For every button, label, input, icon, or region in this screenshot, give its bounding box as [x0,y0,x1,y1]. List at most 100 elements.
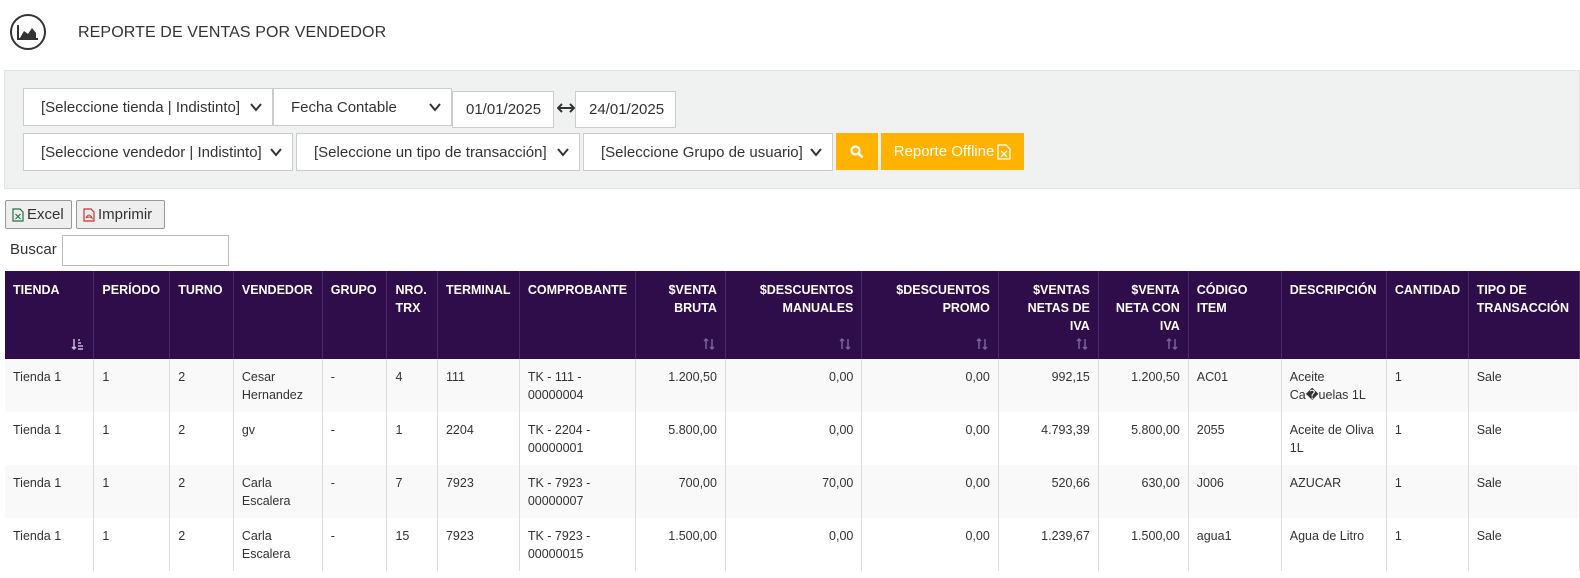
excel-export-label: Excel [27,206,64,223]
column-header[interactable]: PERÍODO [93,271,171,359]
table-cell: Aceite de Oliva 1L [1281,412,1387,465]
user-group-select[interactable]: [Seleccione Grupo de usuario] [583,133,833,171]
pdf-file-icon [83,207,95,222]
table-cell: 2 [169,359,234,412]
column-header-label: $DESCUENTOS PROMO [896,283,990,315]
transaction-type-select-value: [Seleccione un tipo de transacción] [314,143,547,161]
table-cell: J006 [1188,465,1282,518]
column-header-label: $VENTAS NETAS DE IVA [1027,283,1090,333]
table-cell: 1 [93,412,171,465]
column-header[interactable]: NRO. TRX [386,271,438,359]
sort-icon[interactable] [1166,338,1179,350]
column-header[interactable]: CANTIDAD [1386,271,1469,359]
column-header[interactable]: CÓDIGO ITEM [1188,271,1282,359]
filter-panel: [Seleccione tienda | Indistinto] Fecha C… [4,70,1580,189]
table-cell: TK - 2204 - 00000001 [519,412,637,465]
chevron-down-icon [250,103,262,112]
table-cell: 0,00 [861,518,999,571]
column-header[interactable]: COMPROBANTE [519,271,637,359]
column-header[interactable]: TURNO [169,271,234,359]
table-cell: 1 [93,518,171,571]
excel-export-button[interactable]: Excel [5,200,72,229]
table-cell: Tienda 1 [5,465,95,518]
store-select[interactable]: [Seleccione tienda | Indistinto] [23,88,273,126]
date-range-arrow-icon [557,103,575,113]
column-header[interactable]: $DESCUENTOS PROMO [861,271,999,359]
excel-file-icon [997,143,1011,160]
column-header[interactable]: VENDEDOR [233,271,323,359]
column-header-label: DESCRIPCIÓN [1289,283,1377,297]
column-header-label: TERMINAL [445,283,511,297]
page-header: REPORTE DE VENTAS POR VENDEDOR [0,0,1580,70]
table-cell: AC01 [1188,359,1282,412]
table-cell: - [322,465,388,518]
column-header-label: COMPROBANTE [527,283,628,297]
date-type-select[interactable]: Fecha Contable [273,88,452,126]
table-cell: 70,00 [725,465,863,518]
date-to-value: 24/01/2025 [589,101,665,118]
table-row[interactable]: Tienda 1 1 2 Carla Escalera -15 7923 TK - 7923… [5,518,1580,571]
table-cell: TK - 111 - 00000004 [519,359,637,412]
search-button[interactable] [836,133,878,170]
transaction-type-select[interactable]: [Seleccione un tipo de transacción] [296,133,580,171]
column-header-label: GRUPO [330,283,377,297]
table-cell: 15 [386,518,438,571]
table-cell: 520,66 [998,465,1099,518]
table-cell: 0,00 [861,412,999,465]
chevron-down-icon [270,148,282,157]
date-from-input[interactable]: 01/01/2025 [452,91,554,128]
seller-select-value: [Seleccione vendedor | Indistinto] [41,143,262,161]
chevron-down-icon [429,103,441,112]
area-chart-icon [10,14,46,50]
date-type-select-value: Fecha Contable [291,98,397,116]
column-header[interactable]: $VENTA BRUTA [635,271,726,359]
column-header[interactable]: TIPO DE TRANSACCIÓN [1468,271,1580,359]
print-button[interactable]: Imprimir [76,200,165,229]
table-row[interactable]: Tienda 1 1 2 gv -1 2204 TK - 2204 - 00000001 5.… [5,412,1580,465]
table-cell: 1.500,00 [635,518,726,571]
column-header-label: CANTIDAD [1394,283,1461,297]
table-cell: Sale [1468,465,1580,518]
offline-report-button[interactable]: Reporte Offline [881,133,1024,170]
sort-amount-icon[interactable] [71,338,84,350]
table-cell: 4 [386,359,438,412]
column-header[interactable]: GRUPO [322,271,388,359]
table-cell: 0,00 [725,359,863,412]
sort-icon[interactable] [976,338,989,350]
sort-icon[interactable] [703,338,716,350]
column-header[interactable]: TIENDA [5,271,95,359]
column-header[interactable]: $VENTA NETA CON IVA [1098,271,1189,359]
column-header[interactable]: $DESCUENTOS MANUALES [725,271,863,359]
table-cell: 1.239,67 [998,518,1099,571]
store-select-value: [Seleccione tienda | Indistinto] [41,98,241,116]
table-cell: 0,00 [861,359,999,412]
search-input[interactable] [62,235,229,266]
chevron-down-icon [810,148,822,157]
table-cell: 1 [93,465,171,518]
column-header-label: CÓDIGO ITEM [1196,283,1248,315]
column-header[interactable]: TERMINAL [437,271,520,359]
table-cell: 1.200,50 [1098,359,1189,412]
sort-icon[interactable] [1076,338,1089,350]
table-cell: Sale [1468,412,1580,465]
table-cell: 2055 [1188,412,1282,465]
table-row[interactable]: Tienda 1 1 2 Cesar Hernandez -4 111 TK - 111 -… [5,359,1580,412]
column-header[interactable]: DESCRIPCIÓN [1281,271,1387,359]
seller-select[interactable]: [Seleccione vendedor | Indistinto] [23,133,293,171]
table-cell: 1 [1386,465,1469,518]
sort-icon[interactable] [839,338,852,350]
table-cell: 2 [169,412,234,465]
table-cell: 1 [1386,412,1469,465]
date-to-input[interactable]: 24/01/2025 [575,91,676,128]
user-group-select-value: [Seleccione Grupo de usuario] [601,143,803,161]
table-cell: 111 [437,359,520,412]
column-header[interactable]: $VENTAS NETAS DE IVA [998,271,1099,359]
table-cell: Tienda 1 [5,359,95,412]
table-cell: 7 [386,465,438,518]
table-cell: Agua de Litro [1281,518,1387,571]
table-cell: TK - 7923 - 00000015 [519,518,637,571]
table-cell: 1 [1386,359,1469,412]
table-cell: AZUCAR [1281,465,1387,518]
sales-table: TIENDA PERÍODO TURNO VENDEDOR GRUPO NRO. TRX T… [5,271,1580,571]
table-row[interactable]: Tienda 1 1 2 Carla Escalera -7 7923 TK - 7923 … [5,465,1580,518]
